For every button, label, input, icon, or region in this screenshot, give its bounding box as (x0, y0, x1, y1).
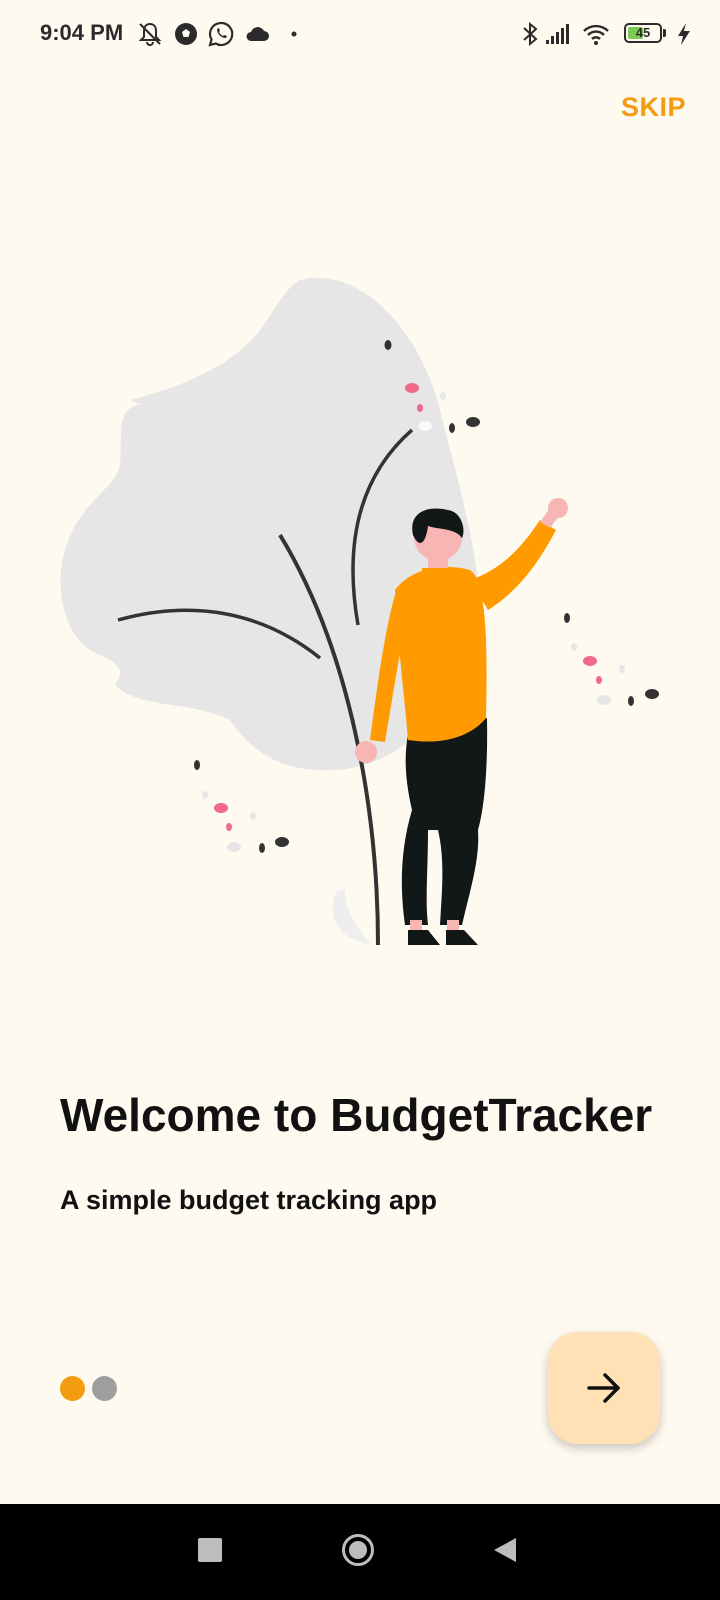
sweater (395, 566, 487, 742)
home-circle-inner (349, 1541, 367, 1559)
raised-arm (470, 520, 556, 610)
skip-button[interactable]: SKIP (621, 92, 686, 123)
signal-icon (546, 24, 569, 44)
battery-level-text: 45 (635, 25, 651, 40)
confetti-dot (564, 613, 570, 623)
confetti-dot (417, 404, 423, 412)
welcome-title: Welcome to BudgetTracker (60, 1089, 653, 1141)
battery-icon: 45 (624, 23, 662, 43)
back-triangle-icon[interactable] (492, 1536, 518, 1564)
confetti-dot (583, 656, 597, 666)
next-button[interactable] (548, 1332, 660, 1444)
charging-icon (678, 23, 690, 45)
pants (401, 718, 488, 925)
soccer-ball-icon (175, 23, 197, 45)
confetti-dot (226, 823, 232, 831)
person-waving-with-plant-illustration (60, 277, 659, 946)
confetti-dot (259, 843, 265, 853)
dot-icon (291, 31, 297, 37)
recents-square-icon[interactable] (198, 1538, 222, 1562)
page-dot-active[interactable] (60, 1376, 85, 1401)
confetti-dot (214, 803, 228, 813)
confetti-dot (418, 421, 432, 431)
confetti-dot (275, 837, 289, 847)
confetti-dot (596, 676, 602, 684)
confetti-dot (597, 695, 611, 705)
cloud-icon (246, 27, 269, 41)
small-leaf (332, 890, 372, 945)
confetti-dot (619, 665, 625, 673)
page-dot-inactive[interactable] (92, 1376, 117, 1401)
left-hand (355, 741, 377, 763)
status-time: 9:04 PM (40, 20, 124, 45)
confetti-dot (440, 392, 446, 400)
confetti-dot (384, 340, 392, 350)
navigation-bar (0, 1504, 720, 1600)
confetti-dot (202, 791, 208, 799)
home-circle-icon[interactable] (342, 1534, 374, 1566)
confetti-dot (227, 842, 241, 852)
arrow-right-icon (587, 1373, 620, 1403)
confetti-dot (194, 760, 200, 770)
confetti-dot (645, 689, 659, 699)
confetti-dot (405, 383, 419, 393)
bluetooth-icon (523, 21, 538, 47)
confetti-dot (571, 643, 577, 651)
welcome-subtitle: A simple budget tracking app (60, 1185, 438, 1215)
confetti-dot (250, 812, 256, 820)
wifi-icon (583, 24, 609, 45)
confetti-dot (466, 417, 480, 427)
whatsapp-icon (208, 21, 234, 47)
confetti-dot (628, 696, 634, 706)
collar (422, 568, 456, 576)
battery-cap (663, 29, 666, 37)
shoe (408, 930, 440, 945)
onboarding-screen: 9:04 PM 45 SKIP Welcome to BudgetTracker… (0, 0, 720, 1600)
confetti-dot (449, 423, 455, 433)
status-bar: 9:04 PM 45 (0, 0, 720, 70)
shoe (446, 930, 478, 945)
mute-bell-icon (138, 22, 162, 46)
